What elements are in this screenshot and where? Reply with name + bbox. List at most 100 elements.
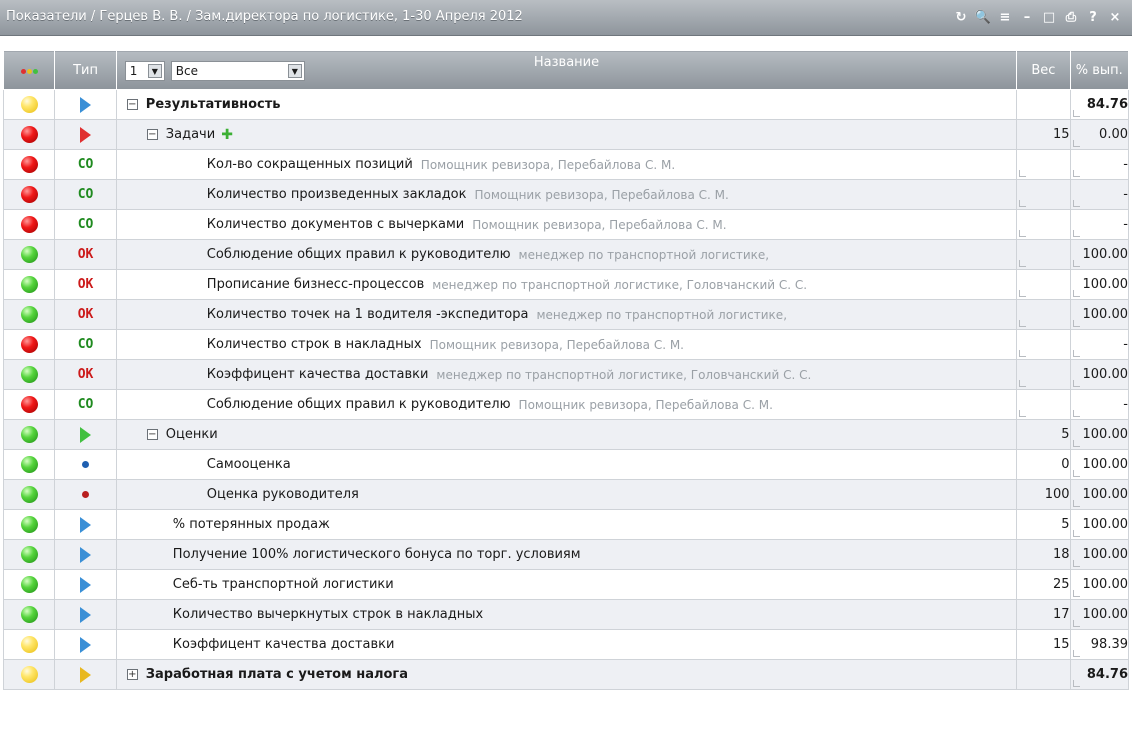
- table-row[interactable]: − Оценки 5 100.00: [2, 419, 1130, 450]
- status-column-header[interactable]: [2, 50, 56, 90]
- indicator-name[interactable]: Самооценка: [207, 457, 291, 472]
- maximize-icon[interactable]: □: [1038, 7, 1060, 27]
- table-row[interactable]: CO Количество произведенных закладок Помощ…: [2, 179, 1130, 210]
- weight-cell[interactable]: [1016, 149, 1071, 180]
- list-icon[interactable]: ≡: [994, 7, 1016, 27]
- indicator-name[interactable]: Соблюдение общих правил к руководителю: [207, 397, 511, 412]
- percent-cell[interactable]: 100.00: [1069, 359, 1130, 390]
- percent-cell[interactable]: -: [1069, 209, 1130, 240]
- weight-cell[interactable]: 18: [1016, 539, 1071, 570]
- weight-column-header[interactable]: Вес: [1016, 50, 1071, 90]
- name-column-header[interactable]: Название 1 ▼ Все ▼: [115, 50, 1018, 90]
- weight-cell[interactable]: 25: [1016, 569, 1071, 600]
- minimize-icon[interactable]: –: [1016, 7, 1038, 27]
- indicator-name[interactable]: Количество документов с вычерками: [207, 217, 464, 232]
- table-row[interactable]: CO Соблюдение общих правил к руководителю…: [2, 389, 1130, 420]
- weight-cell[interactable]: [1016, 209, 1071, 240]
- table-row[interactable]: − Задачи ✚ 15 0.00: [2, 119, 1130, 150]
- percent-cell[interactable]: 100.00: [1069, 239, 1130, 270]
- percent-cell[interactable]: 84.76: [1069, 89, 1130, 120]
- percent-cell[interactable]: 0.00: [1069, 119, 1130, 150]
- add-task-icon[interactable]: ✚: [221, 127, 233, 143]
- table-row[interactable]: OK Коэффицент качества доставки менеджер п…: [2, 359, 1130, 390]
- indicator-name[interactable]: Кол-во сокращенных позиций: [207, 157, 413, 172]
- percent-cell[interactable]: 100.00: [1069, 599, 1130, 630]
- percent-cell[interactable]: 100.00: [1069, 269, 1130, 300]
- table-row[interactable]: Количество вычеркнутых строк в накладных…: [2, 599, 1130, 630]
- table-row[interactable]: OK Соблюдение общих правил к руководителю…: [2, 239, 1130, 270]
- percent-cell[interactable]: 100.00: [1069, 509, 1130, 540]
- percent-cell[interactable]: 100.00: [1069, 299, 1130, 330]
- weight-cell[interactable]: [1016, 659, 1071, 690]
- search-icon[interactable]: 🔍: [972, 7, 994, 27]
- table-row[interactable]: + Заработная плата с учетом налога 84.76: [2, 659, 1130, 690]
- percent-column-header[interactable]: % вып.: [1069, 50, 1130, 90]
- weight-cell[interactable]: [1016, 269, 1071, 300]
- indicator-name[interactable]: Себ-ть транспортной логистики: [173, 577, 394, 592]
- percent-cell[interactable]: 100.00: [1069, 569, 1130, 600]
- table-row[interactable]: OK Прописание бизнесс-процессов менеджер п…: [2, 269, 1130, 300]
- weight-cell[interactable]: 5: [1016, 419, 1071, 450]
- indicator-name[interactable]: Количество произведенных закладок: [207, 187, 467, 202]
- help-icon[interactable]: ?: [1082, 7, 1104, 27]
- weight-cell[interactable]: [1016, 299, 1071, 330]
- indicator-name[interactable]: Коэффицент качества доставки: [207, 367, 429, 382]
- indicator-name[interactable]: % потерянных продаж: [173, 517, 330, 532]
- percent-cell[interactable]: 100.00: [1069, 479, 1130, 510]
- collapse-icon[interactable]: −: [146, 129, 158, 140]
- percent-cell[interactable]: 100.00: [1069, 419, 1130, 450]
- weight-cell[interactable]: [1016, 389, 1071, 420]
- table-row[interactable]: Себ-ть транспортной логистики 25 100.00: [2, 569, 1130, 600]
- weight-cell[interactable]: 100: [1016, 479, 1071, 510]
- indicator-name[interactable]: Задачи: [166, 127, 215, 142]
- table-row[interactable]: Коэффицент качества доставки 15 98.39: [2, 629, 1130, 660]
- indicator-name[interactable]: Количество вычеркнутых строк в накладных: [173, 607, 483, 622]
- percent-cell[interactable]: 100.00: [1069, 539, 1130, 570]
- weight-cell[interactable]: [1016, 179, 1071, 210]
- weight-cell[interactable]: [1016, 359, 1071, 390]
- percent-cell[interactable]: -: [1069, 329, 1130, 360]
- indicator-name[interactable]: Оценка руководителя: [207, 487, 359, 502]
- table-row[interactable]: Получение 100% логистического бонуса по …: [2, 539, 1130, 570]
- type-column-header[interactable]: Тип: [54, 50, 117, 90]
- filter-select[interactable]: Все ▼: [170, 61, 305, 81]
- percent-cell[interactable]: 100.00: [1069, 449, 1130, 480]
- table-row[interactable]: − Результативность 84.76: [2, 89, 1130, 120]
- indicator-name[interactable]: Получение 100% логистического бонуса по …: [173, 547, 581, 562]
- indicator-name[interactable]: Количество точек на 1 водителя -экспедит…: [207, 307, 529, 322]
- table-row[interactable]: CO Количество строк в накладных Помощник р…: [2, 329, 1130, 360]
- weight-cell[interactable]: 15: [1016, 629, 1071, 660]
- percent-cell[interactable]: 98.39: [1069, 629, 1130, 660]
- collapse-icon[interactable]: −: [146, 429, 158, 440]
- weight-cell[interactable]: 17: [1016, 599, 1071, 630]
- indicator-name[interactable]: Оценки: [166, 427, 218, 442]
- table-row[interactable]: Самооценка 0 100.00: [2, 449, 1130, 480]
- percent-cell[interactable]: -: [1069, 389, 1130, 420]
- indicator-name[interactable]: Соблюдение общих правил к руководителю: [207, 247, 511, 262]
- percent-cell[interactable]: -: [1069, 149, 1130, 180]
- weight-cell[interactable]: 5: [1016, 509, 1071, 540]
- table-row[interactable]: Оценка руководителя 100 100.00: [2, 479, 1130, 510]
- close-icon[interactable]: ×: [1104, 7, 1126, 27]
- refresh-icon[interactable]: ↻: [950, 7, 972, 27]
- weight-cell[interactable]: [1016, 329, 1071, 360]
- weight-cell[interactable]: 15: [1016, 119, 1071, 150]
- indicator-name[interactable]: Результативность: [146, 97, 281, 112]
- indicator-name[interactable]: Заработная плата с учетом налога: [146, 667, 408, 682]
- percent-cell[interactable]: -: [1069, 179, 1130, 210]
- indicator-name[interactable]: Прописание бизнесс-процессов: [207, 277, 424, 292]
- table-row[interactable]: OK Количество точек на 1 водителя -экспед…: [2, 299, 1130, 330]
- indicator-name[interactable]: Количество строк в накладных: [207, 337, 422, 352]
- weight-cell[interactable]: [1016, 89, 1071, 120]
- collapse-icon[interactable]: −: [126, 99, 138, 110]
- expand-icon[interactable]: +: [126, 669, 138, 680]
- indicator-name[interactable]: Коэффицент качества доставки: [173, 637, 395, 652]
- print-icon[interactable]: ⎙: [1060, 7, 1082, 27]
- table-row[interactable]: % потерянных продаж 5 100.00: [2, 509, 1130, 540]
- table-row[interactable]: CO Количество документов с вычерками Помощ…: [2, 209, 1130, 240]
- percent-cell[interactable]: 84.76: [1069, 659, 1130, 690]
- table-row[interactable]: CO Кол-во сокращенных позиций Помощник рев…: [2, 149, 1130, 180]
- level-select[interactable]: 1 ▼: [124, 61, 165, 81]
- weight-cell[interactable]: [1016, 239, 1071, 270]
- weight-cell[interactable]: 0: [1016, 449, 1071, 480]
